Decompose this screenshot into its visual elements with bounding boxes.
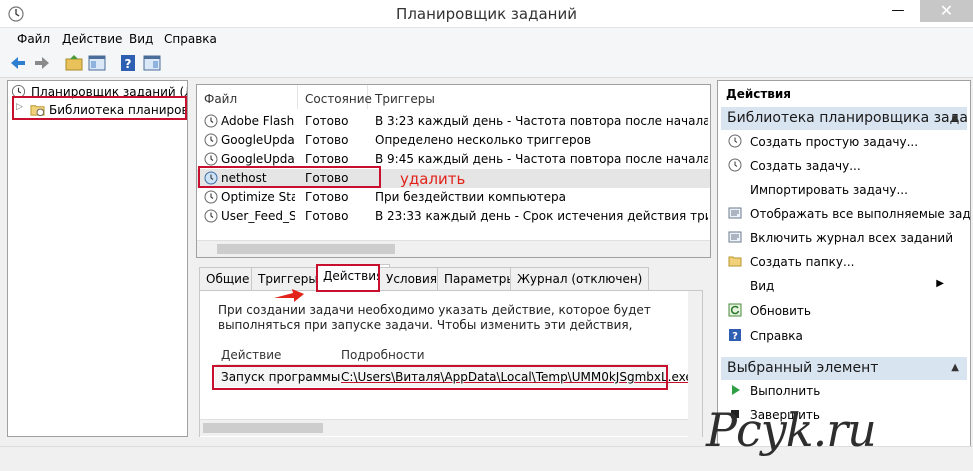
task-trigger: Определено несколько триггеров — [375, 133, 592, 147]
menu-view[interactable]: Вид — [129, 32, 153, 46]
help-icon: ? — [729, 329, 741, 342]
action-create-task[interactable]: Создать задачу... — [718, 155, 968, 177]
action-refresh[interactable]: Обновить — [718, 300, 968, 322]
history-log-icon — [728, 231, 742, 243]
task-list-hscrollbar[interactable] — [197, 240, 710, 257]
submenu-arrow-icon: ▶ — [936, 278, 944, 289]
action-run[interactable]: Выполнить — [718, 380, 968, 402]
task-status: Готово — [305, 152, 349, 166]
scroll-thumb[interactable] — [217, 244, 395, 254]
actions-description: При создании задачи необходимо указать д… — [218, 303, 651, 332]
task-trigger: В 23:33 каждый день - Срок истечения дей… — [375, 209, 708, 223]
menu-help[interactable]: Справка — [164, 32, 217, 46]
task-clock-icon — [204, 114, 218, 128]
title-bar: Планировщик заданий — ✕ — [0, 0, 973, 28]
actions-table-header: Действие Подробности — [215, 343, 670, 365]
task-name: GoogleUpdateTaskMachineUA — [221, 152, 295, 166]
run-icon — [732, 385, 740, 395]
window-title: Планировщик заданий — [396, 5, 577, 23]
task-trigger: При бездействии компьютера — [375, 190, 566, 204]
task-status: Готово — [305, 209, 349, 223]
help-icon[interactable]: ? — [118, 53, 138, 73]
task-name: User_Feed_Synchronization — [221, 209, 295, 223]
task-trigger: В 3:23 каждый день - Частота повтора пос… — [375, 114, 708, 128]
action-show-running[interactable]: Отображать все выполняемые задачи — [718, 203, 970, 225]
task-status: Готово — [305, 133, 349, 147]
menu-file[interactable]: Файл — [17, 32, 50, 46]
task-clock-icon — [204, 209, 218, 223]
task-row[interactable]: GoogleUpdateTaskMachineCore Готово Опред… — [197, 131, 710, 150]
svg-text:?: ? — [125, 57, 132, 71]
task-clock-icon — [204, 133, 218, 147]
tab-general[interactable]: Общие — [199, 267, 257, 290]
highlight-library — [12, 96, 187, 120]
menu-action[interactable]: Действие — [62, 32, 122, 46]
navigation-tree: Планировщик заданий (Локальный) ▷ Библио… — [7, 80, 188, 437]
task-name: Adobe Flash Player Updater — [221, 114, 295, 128]
task-trigger: В 9:45 каждый день - Частота повтора пос… — [375, 152, 708, 166]
refresh-icon — [728, 303, 742, 317]
close-button[interactable]: ✕ — [920, 0, 973, 22]
show-hide-tree-icon[interactable] — [87, 53, 107, 73]
action-create-folder[interactable]: Создать папку... — [718, 251, 968, 273]
highlight-actions-tab — [316, 264, 380, 292]
action-help[interactable]: ? Справка — [718, 325, 968, 347]
details-vscrollbar[interactable] — [688, 291, 702, 437]
task-clock-icon — [204, 190, 218, 204]
task-status: Готово — [305, 114, 349, 128]
menu-bar: Файл Действие Вид Справка — [0, 28, 973, 50]
delete-annotation: удалить — [400, 170, 466, 188]
highlight-action-row — [212, 365, 668, 390]
red-arrow-icon — [274, 289, 304, 302]
column-header-details[interactable]: Подробности — [341, 348, 425, 362]
task-name: GoogleUpdateTaskMachineCore — [221, 133, 295, 147]
action-import-task[interactable]: Импортировать задачу... — [718, 179, 968, 201]
collapse-chevron-icon[interactable]: ▲ — [951, 362, 959, 373]
column-header-triggers[interactable]: Триггеры — [368, 85, 710, 109]
svg-text:?: ? — [732, 331, 738, 342]
action-enable-history[interactable]: Включить журнал всех заданий — [718, 227, 968, 249]
task-row[interactable]: Adobe Flash Player Updater Готово В 3:23… — [197, 112, 710, 131]
section-selected-item[interactable]: Выбранный элемент ▲ — [721, 357, 967, 380]
task-status: Готово — [305, 190, 349, 204]
section-library-label: Библиотека планировщика заданий — [727, 110, 967, 126]
actions-tab-body: При создании задачи необходимо указать д… — [199, 290, 703, 437]
action-create-basic-task[interactable]: Создать простую задачу... — [718, 131, 968, 153]
column-header-status[interactable]: Состояние — [298, 85, 372, 109]
running-tasks-icon — [728, 207, 742, 219]
forward-arrow-icon[interactable] — [32, 53, 52, 73]
back-arrow-icon[interactable] — [8, 53, 28, 73]
minimize-button[interactable]: — — [884, 0, 912, 22]
task-row[interactable]: User_Feed_Synchronization Готово В 23:33… — [197, 207, 710, 226]
task-row[interactable]: Optimize Start Menu Cache Files Готово П… — [197, 188, 710, 207]
details-hscrollbar[interactable] — [200, 419, 688, 436]
tab-conditions[interactable]: Условия — [379, 267, 445, 290]
new-folder-icon — [728, 256, 742, 267]
toolbar: ? — [0, 50, 973, 78]
action-view[interactable]: Вид ▶ — [718, 275, 968, 297]
folder-up-icon[interactable] — [64, 53, 84, 73]
task-clock-icon — [204, 152, 218, 166]
section-library[interactable]: Библиотека планировщика заданий ▲ — [721, 107, 967, 130]
actions-pane-title: Действия — [718, 81, 970, 105]
basic-task-icon — [728, 134, 742, 148]
column-header-action[interactable]: Действие — [221, 348, 281, 362]
collapse-chevron-icon[interactable]: ▲ — [951, 112, 959, 123]
column-header-file[interactable]: Файл — [197, 85, 298, 109]
create-task-icon — [728, 158, 742, 172]
task-name: Optimize Start Menu Cache Files — [221, 190, 295, 204]
watermark-logo: Pcyk.ru — [706, 403, 877, 457]
show-action-pane-icon[interactable] — [142, 53, 162, 73]
highlight-nethost — [198, 166, 381, 188]
tab-history[interactable]: Журнал (отключен) — [510, 267, 650, 290]
section-selected-label: Выбранный элемент — [727, 360, 879, 376]
scroll-thumb[interactable] — [203, 423, 323, 433]
